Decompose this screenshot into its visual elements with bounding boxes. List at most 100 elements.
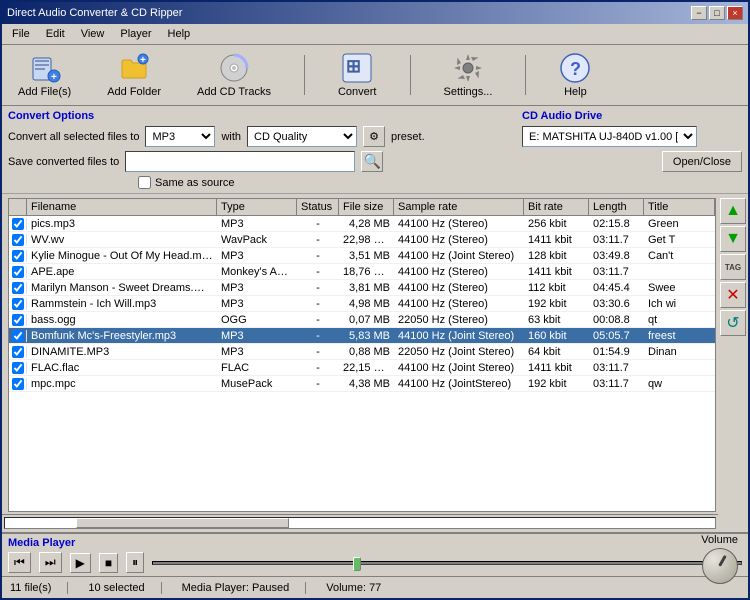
playback-thumb[interactable] <box>353 557 361 571</box>
horizontal-scrollbar[interactable] <box>2 514 718 530</box>
move-down-button[interactable]: ▼ <box>720 226 746 252</box>
file-row[interactable]: DINAMITE.MP3 MP3 - 0,88 MB 22050 Hz (Joi… <box>9 344 715 360</box>
move-up-button[interactable]: ▲ <box>720 198 746 224</box>
file-row[interactable]: pics.mp3 MP3 - 4,28 MB 44100 Hz (Stereo)… <box>9 216 715 232</box>
filename-col-header[interactable]: Filename <box>27 199 217 215</box>
row-checkbox[interactable] <box>9 330 27 342</box>
row-filename: Rammstein - Ich Will.mp3 <box>27 297 217 311</box>
menu-view[interactable]: View <box>75 26 111 42</box>
row-checkbox[interactable] <box>9 234 27 246</box>
save-path-input[interactable]: D:\My Music\ <box>125 151 355 172</box>
close-button[interactable]: × <box>727 6 743 20</box>
add-folder-icon: + <box>118 52 150 84</box>
add-files-button[interactable]: + Add File(s) <box>10 49 79 101</box>
cd-drive-row: E: MATSHITA UJ-840D v1.00 [0:1:0] <box>522 126 742 147</box>
row-title: Ich wi <box>644 297 715 311</box>
prev-button[interactable]: ⏭ <box>39 552 62 573</box>
file-row[interactable]: FLAC.flac FLAC - 22,15 MB 44100 Hz (Join… <box>9 360 715 376</box>
row-status: - <box>297 281 339 295</box>
row-bitrate: 64 kbit <box>524 345 589 359</box>
menu-help[interactable]: Help <box>162 26 197 42</box>
title-bar-buttons: − □ × <box>691 6 743 20</box>
minimize-button[interactable]: − <box>691 6 707 20</box>
bitrate-col-header[interactable]: Bit rate <box>524 199 589 215</box>
row-checkbox[interactable] <box>9 378 27 390</box>
row-checkbox[interactable] <box>9 298 27 310</box>
title-col-header[interactable]: Title <box>644 199 715 215</box>
row-bitrate: 112 kbit <box>524 281 589 295</box>
prev-track-button[interactable]: ⏮ <box>8 552 31 573</box>
volume-status: Volume: 77 <box>326 582 381 594</box>
length-col-header[interactable]: Length <box>589 199 644 215</box>
filesize-col-header[interactable]: File size <box>339 199 394 215</box>
samplerate-col-header[interactable]: Sample rate <box>394 199 524 215</box>
row-type: FLAC <box>217 361 297 375</box>
quality-select[interactable]: CD QualityHigh QualityMedium Quality <box>247 126 357 147</box>
row-title <box>644 367 715 369</box>
add-files-icon: + <box>29 52 61 84</box>
file-row[interactable]: mpc.mpc MusePack - 4,38 MB 44100 Hz (Joi… <box>9 376 715 392</box>
menu-edit[interactable]: Edit <box>40 26 71 42</box>
row-filesize: 3,51 MB <box>339 249 394 263</box>
row-filesize: 4,98 MB <box>339 297 394 311</box>
convert-label: Convert <box>338 86 377 98</box>
row-filesize: 22,98 MB <box>339 233 394 247</box>
row-bitrate: 192 kbit <box>524 377 589 391</box>
row-checkbox[interactable] <box>9 362 27 374</box>
help-button[interactable]: ? Help <box>551 49 599 101</box>
stop-button[interactable]: ■ <box>99 553 118 573</box>
file-row[interactable]: bass.ogg OGG - 0,07 MB 22050 Hz (Stereo)… <box>9 312 715 328</box>
format-select[interactable]: MP3WAVOGGFLAC <box>145 126 215 147</box>
file-row[interactable]: Kylie Minogue - Out Of My Head.mp3 MP3 -… <box>9 248 715 264</box>
playback-slider[interactable] <box>152 561 742 565</box>
open-close-button[interactable]: Open/Close <box>662 151 742 172</box>
row-title: qt <box>644 313 715 327</box>
media-player-title: Media Player <box>8 537 742 549</box>
convert-button[interactable]: ⊞ Convert <box>330 49 385 101</box>
file-row[interactable]: Rammstein - Ich Will.mp3 MP3 - 4,98 MB 4… <box>9 296 715 312</box>
menu-player[interactable]: Player <box>114 26 157 42</box>
svg-text:+: + <box>51 72 57 83</box>
file-row[interactable]: APE.ape Monkey's Audio - 18,76 MB 44100 … <box>9 264 715 280</box>
row-checkbox[interactable] <box>9 266 27 278</box>
play-button[interactable]: ▶ <box>70 553 91 573</box>
delete-button[interactable]: ✕ <box>720 282 746 308</box>
row-status: - <box>297 313 339 327</box>
status-col-header[interactable]: Status <box>297 199 339 215</box>
row-samplerate: 44100 Hz (Stereo) <box>394 233 524 247</box>
cd-drive-select[interactable]: E: MATSHITA UJ-840D v1.00 [0:1:0] <box>522 126 697 147</box>
file-row[interactable]: Marilyn Manson - Sweet Dreams.mp3 MP3 - … <box>9 280 715 296</box>
maximize-button[interactable]: □ <box>709 6 725 20</box>
file-row[interactable]: WV.wv WavPack - 22,98 MB 44100 Hz (Stere… <box>9 232 715 248</box>
help-icon: ? <box>559 52 591 84</box>
row-checkbox[interactable] <box>9 346 27 358</box>
right-panel: ▲ ▼ TAG ✕ ↺ <box>718 196 748 530</box>
add-folder-button[interactable]: + Add Folder <box>99 49 169 101</box>
row-checkbox[interactable] <box>9 282 27 294</box>
tag-button[interactable]: TAG <box>720 254 746 280</box>
row-checkbox[interactable] <box>9 218 27 230</box>
type-col-header[interactable]: Type <box>217 199 297 215</box>
row-samplerate: 44100 Hz (Stereo) <box>394 217 524 231</box>
row-checkbox[interactable] <box>9 250 27 262</box>
browse-button[interactable]: 🔍 <box>361 151 383 172</box>
svg-text:+: + <box>140 55 146 66</box>
refresh-button[interactable]: ↺ <box>720 310 746 336</box>
settings-button[interactable]: Settings... <box>436 49 501 101</box>
help-label: Help <box>564 86 587 98</box>
volume-knob[interactable] <box>702 548 738 584</box>
menu-file[interactable]: File <box>6 26 36 42</box>
h-scroll-thumb[interactable] <box>76 518 289 528</box>
file-row[interactable]: Bomfunk Mc's-Freestyler.mp3 MP3 - 5,83 M… <box>9 328 715 344</box>
file-list-area: Filename Type Status File size Sample ra… <box>2 196 748 530</box>
settings-label: Settings... <box>444 86 493 98</box>
pause-button[interactable]: ⏸ <box>126 552 144 573</box>
preset-icon-button[interactable]: ⚙ <box>363 126 385 147</box>
row-samplerate: 44100 Hz (Joint Stereo) <box>394 249 524 263</box>
add-cd-button[interactable]: Add CD Tracks <box>189 49 279 101</box>
row-checkbox[interactable] <box>9 314 27 326</box>
row-type: MP3 <box>217 329 297 343</box>
same-as-source-checkbox[interactable] <box>138 176 151 189</box>
row-bitrate: 1411 kbit <box>524 361 589 375</box>
h-scroll-track[interactable] <box>4 517 716 529</box>
